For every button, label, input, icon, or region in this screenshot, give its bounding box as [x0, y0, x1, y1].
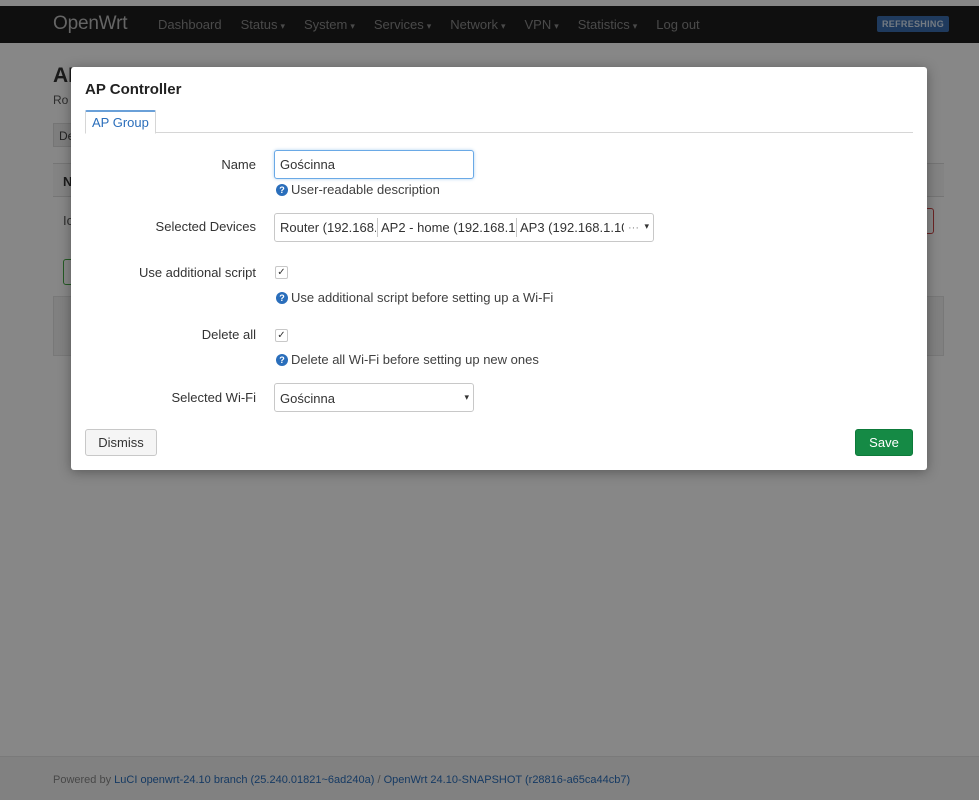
- check-icon: ✓: [277, 330, 286, 341]
- ap-group-modal: AP Controller AP Group Name ? User-reada…: [71, 67, 927, 470]
- chip-separator: [516, 218, 517, 237]
- chevron-down-icon: ▾: [644, 221, 649, 231]
- use-additional-script-label: Use additional script: [138, 265, 256, 280]
- selected-wifi-select[interactable]: Gościnna ▾: [274, 383, 474, 412]
- device-chip-ap3: AP3 (192.168.1.10: [520, 220, 624, 235]
- tab-ap-group[interactable]: AP Group: [85, 110, 156, 134]
- selected-wifi-value: Gościnna: [280, 391, 335, 406]
- name-help-text: User-readable description: [291, 182, 440, 197]
- delete-all-help: ? Delete all Wi-Fi before setting up new…: [275, 352, 539, 367]
- delete-all-checkbox[interactable]: ✓: [275, 329, 288, 342]
- selected-devices-select[interactable]: Router (192.168.1.1) AP2 - home (192.168…: [274, 213, 654, 242]
- selected-devices-label: Selected Devices: [155, 219, 256, 234]
- use-additional-script-help: ? Use additional script before setting u…: [275, 290, 553, 305]
- name-input[interactable]: [274, 150, 474, 179]
- help-icon: ?: [276, 291, 288, 304]
- chip-separator: [377, 218, 378, 237]
- name-label: Name: [221, 157, 256, 172]
- help-icon: ?: [276, 183, 288, 196]
- use-additional-script-help-text: Use additional script before setting up …: [291, 290, 554, 305]
- device-chip-router: Router (192.168.1.1): [280, 220, 376, 235]
- chevron-down-icon: ▾: [464, 392, 469, 402]
- help-icon: ?: [276, 353, 288, 366]
- dismiss-button[interactable]: Dismiss: [85, 429, 157, 456]
- save-button[interactable]: Save: [855, 429, 913, 456]
- modal-tabs: AP Group: [85, 110, 913, 134]
- selected-wifi-label: Selected Wi-Fi: [171, 390, 256, 405]
- more-icon: ···: [628, 221, 639, 234]
- delete-all-help-text: Delete all Wi-Fi before setting up new o…: [291, 352, 539, 367]
- check-icon: ✓: [277, 267, 286, 278]
- use-additional-script-checkbox[interactable]: ✓: [275, 266, 288, 279]
- delete-all-label: Delete all: [201, 327, 256, 342]
- name-help: ? User-readable description: [275, 182, 440, 197]
- device-chip-ap2: AP2 - home (192.168.1.1: [381, 220, 515, 235]
- modal-title: AP Controller: [85, 81, 182, 98]
